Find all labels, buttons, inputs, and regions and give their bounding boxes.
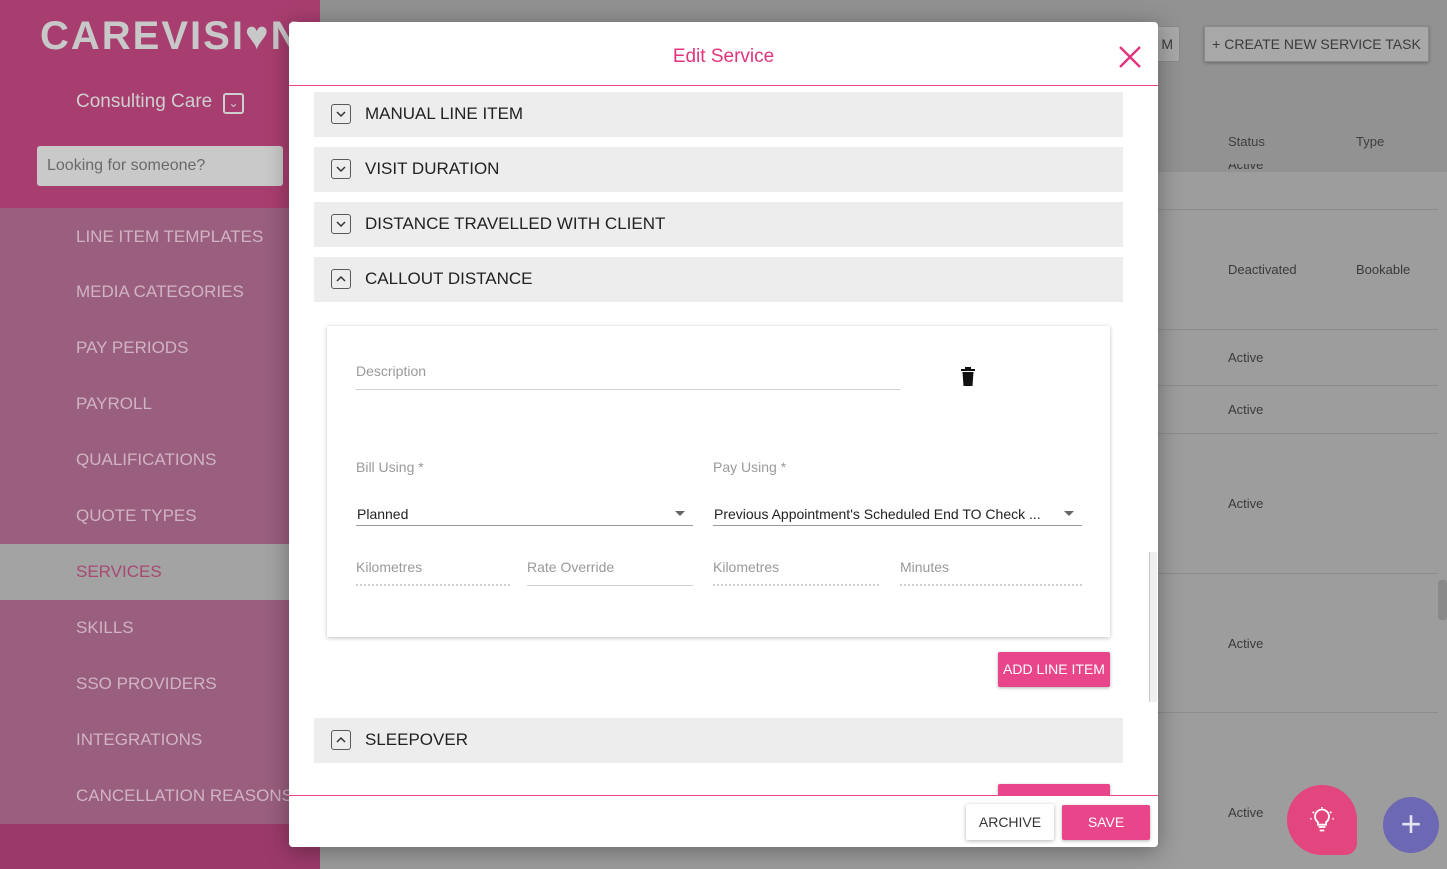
- section-label: VISIT DURATION: [365, 159, 500, 178]
- add-icon[interactable]: +: [1383, 797, 1439, 853]
- line-item-card: Description Bill Using * Planned Pay Usi…: [327, 326, 1110, 637]
- sidebar-footer: [0, 824, 320, 869]
- sidebar-header: CAREVISI♥N Consulting Care ⌄: [0, 0, 320, 240]
- chevron-down-icon[interactable]: [331, 159, 351, 179]
- organisation-name[interactable]: Consulting Care: [76, 91, 212, 113]
- table-cell-status: Active: [1228, 402, 1264, 417]
- row-divider: [1158, 329, 1438, 330]
- column-header-type[interactable]: Type: [1356, 134, 1384, 149]
- row-divider: [1158, 209, 1438, 210]
- bill-using-label: Bill Using *: [356, 459, 424, 475]
- sidebar-item-payroll[interactable]: PAYROLL: [0, 376, 320, 432]
- sidebar-item-line-item-templates[interactable]: LINE ITEM TEMPLATES: [0, 209, 320, 265]
- table-cell-status: Active: [1228, 164, 1264, 172]
- trash-icon[interactable]: [960, 367, 976, 387]
- chevron-up-icon[interactable]: [331, 730, 351, 750]
- modal-footer: ARCHIVE SAVE: [289, 795, 1158, 847]
- chevron-up-icon[interactable]: [331, 269, 351, 289]
- pay-using-select[interactable]: Previous Appointment's Scheduled End TO …: [714, 506, 1054, 522]
- table-cell-status: Deactivated: [1228, 262, 1297, 277]
- table-cell-status: Active: [1228, 496, 1264, 511]
- lightbulb-icon[interactable]: [1287, 785, 1357, 855]
- table-cell-status: Active: [1228, 636, 1264, 651]
- bill-using-underline: [356, 525, 693, 526]
- modal-header: Edit Service: [289, 22, 1158, 86]
- save-button[interactable]: SAVE: [1062, 805, 1150, 840]
- carevision-logo: CAREVISI♥N: [40, 14, 302, 58]
- chevron-down-icon[interactable]: [331, 104, 351, 124]
- section-visit-duration[interactable]: VISIT DURATION: [314, 147, 1123, 192]
- section-label: SLEEPOVER: [365, 730, 468, 749]
- sidebar-item-services[interactable]: SERVICES: [0, 544, 320, 600]
- sidebar-item-media-categories[interactable]: MEDIA CATEGORIES: [0, 264, 320, 320]
- search-input[interactable]: [37, 146, 283, 186]
- create-service-task-button[interactable]: + CREATE NEW SERVICE TASK: [1204, 26, 1429, 62]
- section-manual-line-item[interactable]: MANUAL LINE ITEM: [314, 92, 1123, 137]
- section-label: CALLOUT DISTANCE: [365, 269, 533, 288]
- modal-title: Edit Service: [672, 46, 775, 67]
- sidebar-item-sso-providers[interactable]: SSO PROVIDERS: [0, 656, 320, 712]
- row-divider: [1158, 385, 1438, 386]
- add-line-item-button-partial[interactable]: [998, 784, 1110, 795]
- table-cell-type: Bookable: [1356, 262, 1411, 277]
- bill-kilometres-underline: [356, 584, 510, 586]
- sidebar: CAREVISI♥N Consulting Care ⌄ LINE ITEM T…: [0, 0, 320, 869]
- close-icon[interactable]: [1117, 44, 1143, 70]
- description-field[interactable]: Description: [356, 363, 426, 379]
- caret-down-icon[interactable]: [1064, 511, 1074, 516]
- minutes-field[interactable]: Minutes: [900, 559, 949, 575]
- sidebar-item-quote-types[interactable]: QUOTE TYPES: [0, 488, 320, 544]
- minutes-underline: [900, 584, 1082, 586]
- rate-override-field[interactable]: Rate Override: [527, 559, 614, 575]
- edit-service-modal: Edit Service MANUAL LINE ITEM VISIT DURA…: [289, 22, 1158, 847]
- pay-kilometres-field[interactable]: Kilometres: [713, 559, 779, 575]
- sidebar-item-qualifications[interactable]: QUALIFICATIONS: [0, 432, 320, 488]
- sidebar-item-skills[interactable]: SKILLS: [0, 600, 320, 656]
- add-line-item-button[interactable]: ADD LINE ITEM: [998, 652, 1110, 687]
- row-divider: [1158, 573, 1438, 574]
- section-distance-travelled-with-client[interactable]: DISTANCE TRAVELLED WITH CLIENT: [314, 202, 1123, 247]
- row-divider: [1158, 712, 1438, 713]
- section-callout-distance[interactable]: CALLOUT DISTANCE: [314, 257, 1123, 302]
- bill-using-select[interactable]: Planned: [357, 506, 657, 522]
- bill-kilometres-field[interactable]: Kilometres: [356, 559, 422, 575]
- pay-kilometres-underline: [713, 584, 879, 586]
- sidebar-item-pay-periods[interactable]: PAY PERIODS: [0, 320, 320, 376]
- modal-body: MANUAL LINE ITEM VISIT DURATION DISTANCE…: [289, 87, 1158, 795]
- chevron-down-icon[interactable]: ⌄: [223, 93, 244, 114]
- table-cell-status: Active: [1228, 805, 1264, 820]
- table-cell-status: Active: [1228, 350, 1264, 365]
- description-underline: [356, 389, 900, 390]
- sidebar-item-integrations[interactable]: INTEGRATIONS: [0, 712, 320, 768]
- modal-scrollbar[interactable]: [1149, 552, 1157, 702]
- section-label: MANUAL LINE ITEM: [365, 104, 524, 123]
- pay-using-underline: [713, 525, 1082, 526]
- column-header-status[interactable]: Status: [1228, 134, 1265, 149]
- archive-button[interactable]: ARCHIVE: [966, 804, 1054, 840]
- row-divider: [1158, 433, 1438, 434]
- sidebar-nav: LINE ITEM TEMPLATES MEDIA CATEGORIES PAY…: [0, 208, 320, 824]
- sidebar-item-cancellation-reasons[interactable]: CANCELLATION REASONS: [0, 768, 320, 824]
- pay-using-label: Pay Using *: [713, 459, 787, 475]
- section-label: DISTANCE TRAVELLED WITH CLIENT: [365, 214, 666, 233]
- chevron-down-icon[interactable]: [331, 214, 351, 234]
- page-scrollbar[interactable]: [1438, 580, 1447, 620]
- caret-down-icon[interactable]: [675, 511, 685, 516]
- section-sleepover[interactable]: SLEEPOVER: [314, 718, 1123, 763]
- rate-override-underline: [527, 585, 693, 586]
